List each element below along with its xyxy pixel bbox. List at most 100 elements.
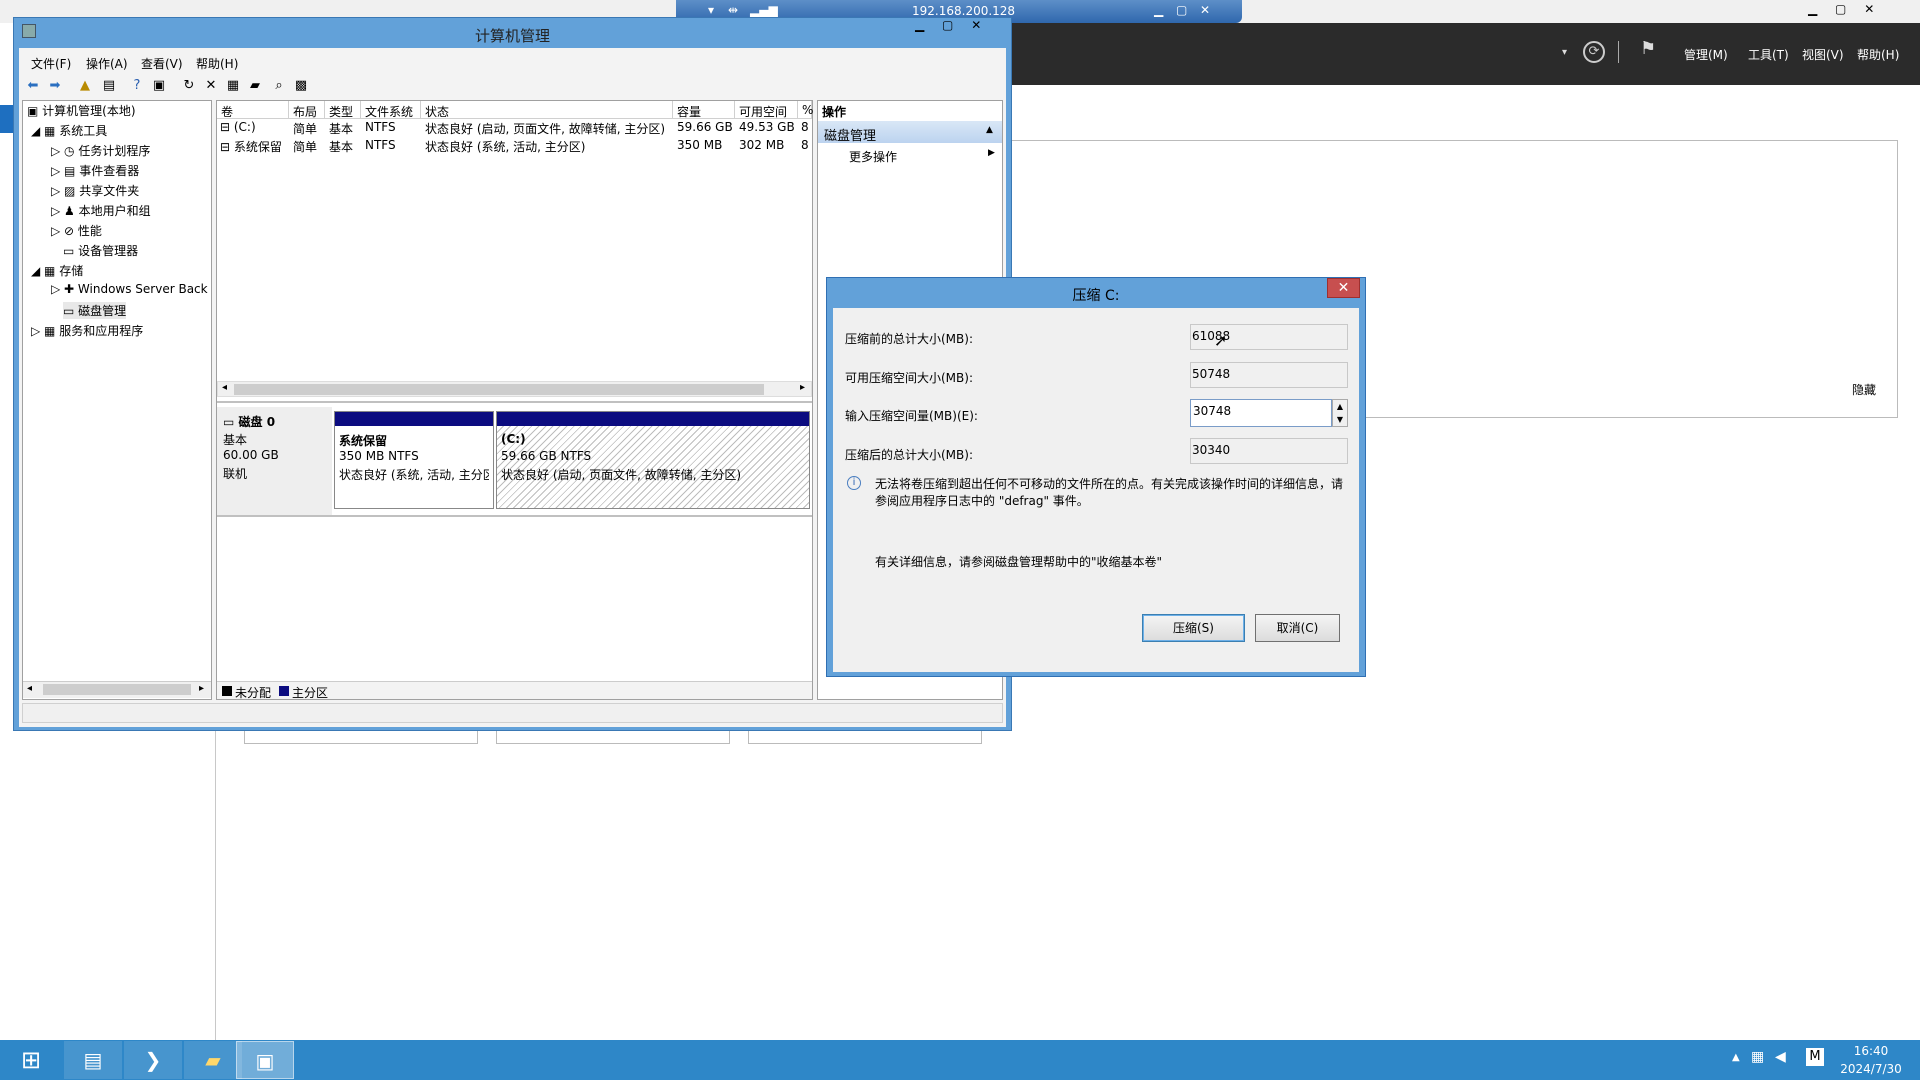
rdp-ip: 192.168.200.128 xyxy=(912,4,1016,18)
menu-file[interactable]: 文件(F) xyxy=(31,55,71,72)
actions-section[interactable]: 磁盘管理 ▲ xyxy=(818,121,1002,144)
start-button-icon[interactable]: ⊞ xyxy=(2,1041,60,1079)
tray-expand-icon[interactable]: ▲ xyxy=(1732,1052,1740,1063)
cancel-button[interactable]: 取消(C) xyxy=(1255,614,1340,642)
properties-icon[interactable]: ▦ xyxy=(225,78,241,94)
volume-hscrollbar[interactable]: ◂ ▸ xyxy=(217,381,812,397)
open-icon[interactable]: ▰ xyxy=(247,78,263,94)
tile xyxy=(748,730,982,744)
tree-item-storage[interactable]: ◢ ▦ 存储 xyxy=(31,262,83,279)
back-icon[interactable]: ⬅ xyxy=(25,78,41,94)
pane-splitter[interactable] xyxy=(217,401,812,403)
dialog-close-button[interactable]: ✕ xyxy=(1327,278,1360,298)
sm-menu-manage[interactable]: 管理(M) xyxy=(1684,46,1728,63)
minimize-icon[interactable]: ▁ xyxy=(1154,3,1163,17)
forward-icon[interactable]: ➡ xyxy=(47,78,63,94)
sm-menu-tools[interactable]: 工具(T) xyxy=(1748,46,1789,63)
up-folder-icon[interactable]: ▲ xyxy=(77,78,93,94)
show-tree-icon[interactable]: ▤ xyxy=(101,78,117,94)
help-text: 有关详细信息，请参阅磁盘管理帮助中的"收缩基本卷" xyxy=(875,555,1163,569)
computer-management-taskbar-icon[interactable]: ▣ xyxy=(236,1041,294,1079)
tile xyxy=(496,730,730,744)
tree-item-shared-folders[interactable]: ▷ ▨ 共享文件夹 xyxy=(51,182,139,199)
ime-icon[interactable]: M xyxy=(1806,1048,1824,1066)
partition-system-reserved[interactable]: 系统保留 350 MB NTFS 状态良好 (系统, 活动, 主分区 xyxy=(334,411,494,509)
powershell-taskbar-icon[interactable]: ❯ xyxy=(124,1041,182,1079)
search-icon[interactable]: ⌕ xyxy=(271,78,287,94)
info-icon: i xyxy=(847,476,861,490)
flag-icon[interactable]: ⚑ xyxy=(1640,38,1656,59)
label-available: 可用压缩空间大小(MB): xyxy=(845,371,973,385)
pin-icon[interactable]: ▾ xyxy=(708,3,714,17)
graph-divider xyxy=(217,515,812,517)
help-icon[interactable]: ? xyxy=(129,78,145,94)
close-icon[interactable]: ✕ xyxy=(1200,3,1210,17)
info-text: 无法将卷压缩到超出任何不可移动的文件所在的点。有关完成该操作时间的详细信息，请参… xyxy=(875,477,1344,508)
volume-muted-icon[interactable]: ◀ xyxy=(1775,1049,1786,1065)
shrink-amount-stepper[interactable]: ▲ ▼ xyxy=(1332,399,1348,427)
window-controls[interactable]: ▁ ▢ ✕ xyxy=(907,18,1003,38)
legend-unallocated: 未分配 xyxy=(235,686,272,700)
value-total-after: 30340 xyxy=(1190,438,1348,464)
console-icon[interactable]: ▣ xyxy=(151,78,167,94)
mouse-cursor-icon: ➚ xyxy=(1214,331,1228,350)
tree-item-system-tools[interactable]: ◢ ▦ 系统工具 xyxy=(31,122,107,139)
tree-item-disk-management[interactable]: ▭ 磁盘管理 xyxy=(63,302,127,319)
sm-menu-view[interactable]: 视图(V) xyxy=(1802,46,1844,63)
tree-item-root[interactable]: ▣ 计算机管理(本地) xyxy=(27,102,136,119)
window-title: 计算机管理 xyxy=(474,27,550,45)
restore-icon[interactable]: ▢ xyxy=(1176,3,1187,17)
menu-view[interactable]: 查看(V) xyxy=(141,55,183,72)
sm-menu-help[interactable]: 帮助(H) xyxy=(1857,46,1899,63)
status-bar xyxy=(22,703,1003,723)
tile xyxy=(244,730,478,744)
legend-primary-swatch xyxy=(279,686,289,696)
refresh-icon[interactable]: ⟳ xyxy=(1583,41,1605,63)
tree-item-event-viewer[interactable]: ▷ ▤ 事件查看器 xyxy=(51,162,139,179)
legend-unallocated-swatch xyxy=(222,686,232,696)
label-total-before: 压缩前的总计大小(MB): xyxy=(845,332,973,346)
tree-item-device-manager[interactable]: ▭ 设备管理器 xyxy=(63,242,138,259)
shrink-button[interactable]: 压缩(S) xyxy=(1142,614,1245,642)
col-capacity[interactable]: 容量 xyxy=(673,101,735,119)
tree-item-performance[interactable]: ▷ ⊘ 性能 xyxy=(51,222,102,239)
hide-link[interactable]: 隐藏 xyxy=(1852,381,1876,398)
col-volume[interactable]: 卷 xyxy=(217,101,289,119)
network-icon[interactable]: ▦ xyxy=(1751,1049,1764,1065)
menu-action[interactable]: 操作(A) xyxy=(86,55,128,72)
col-filesystem[interactable]: 文件系统 xyxy=(361,101,421,119)
volume-pane: 卷 布局 类型 文件系统 状态 容量 可用空间 % ⊟ (C:) 简单 基本 N… xyxy=(216,100,813,700)
dropdown-icon[interactable]: ▾ xyxy=(1562,47,1567,58)
delete-icon[interactable]: ✕ xyxy=(203,78,219,94)
navigation-tree: ▣ 计算机管理(本地) ◢ ▦ 系统工具 ▷ ◷ 任务计划程序 ▷ ▤ 事件查看… xyxy=(22,100,212,700)
sidebar-selected-tab[interactable] xyxy=(0,105,14,133)
file-explorer-taskbar-icon[interactable]: ▰ xyxy=(184,1041,242,1079)
move-icon[interactable]: ⇹ xyxy=(728,3,738,17)
col-layout[interactable]: 布局 xyxy=(289,101,325,119)
legend-primary: 主分区 xyxy=(292,686,329,700)
server-manager-taskbar-icon[interactable]: ▤ xyxy=(64,1041,122,1079)
col-percent[interactable]: % xyxy=(798,101,813,119)
refresh-icon[interactable]: ↻ xyxy=(181,78,197,94)
shrink-dialog: 压缩 C: ✕ 压缩前的总计大小(MB): 61088 可用压缩空间大小(MB)… xyxy=(826,277,1366,677)
col-free[interactable]: 可用空间 xyxy=(735,101,798,119)
clock-time[interactable]: 16:40 xyxy=(1836,1044,1906,1058)
disk-0-label[interactable]: ▭ 磁盘 0 基本 60.00 GB 联机 xyxy=(217,407,332,515)
value-available: 50748 xyxy=(1190,362,1348,388)
action-more[interactable]: 更多操作 ▶ xyxy=(818,146,1002,164)
shrink-amount-input[interactable]: 30748 xyxy=(1190,399,1332,427)
menu-help[interactable]: 帮助(H) xyxy=(196,55,238,72)
tree-item-windows-server-backup[interactable]: ▷ ✚ Windows Server Back xyxy=(51,282,208,296)
clock-date[interactable]: 2024/7/30 xyxy=(1836,1062,1906,1076)
server-manager-window-controls[interactable]: ▁ ▢ ✕ xyxy=(1808,2,1874,16)
tree-item-task-scheduler[interactable]: ▷ ◷ 任务计划程序 xyxy=(51,142,150,159)
col-status[interactable]: 状态 xyxy=(421,101,673,119)
actions-header: 操作 xyxy=(822,105,847,119)
tree-item-services[interactable]: ▷ ▦ 服务和应用程序 xyxy=(31,322,143,339)
settings-icon[interactable]: ▩ xyxy=(293,78,309,94)
dialog-body: 压缩前的总计大小(MB): 61088 可用压缩空间大小(MB): 50748 … xyxy=(833,308,1359,672)
tree-item-local-users[interactable]: ▷ ♟ 本地用户和组 xyxy=(51,202,151,219)
partition-c[interactable]: (C:) 59.66 GB NTFS 状态良好 (启动, 页面文件, 故障转储,… xyxy=(496,411,810,509)
col-type[interactable]: 类型 xyxy=(325,101,361,119)
tree-hscrollbar[interactable]: ◂ ▸ xyxy=(23,681,211,698)
